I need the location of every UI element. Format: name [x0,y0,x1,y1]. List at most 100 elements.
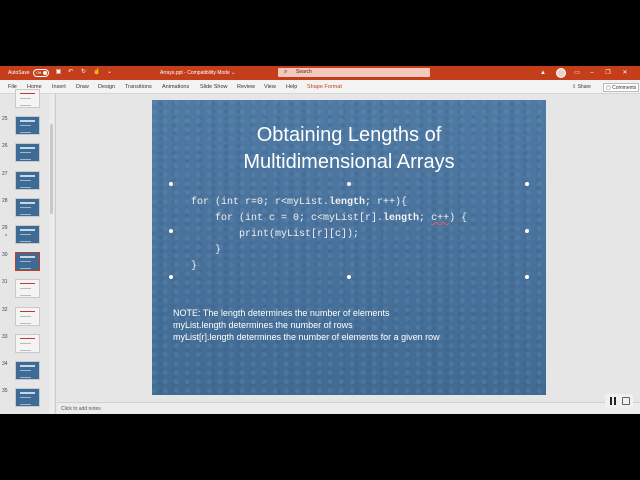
notes-textbox[interactable]: NOTE: The length determines the number o… [173,307,440,343]
resize-handle[interactable] [169,229,173,233]
pause-icon[interactable] [609,397,617,405]
thumbnail-row[interactable]: 34 [0,361,56,383]
slide-thumbnail[interactable] [15,225,40,244]
thumbnail-row[interactable]: 26 [0,143,56,165]
code-text: for (int c = 0; c<myList[r]. [191,213,384,224]
slide-number: 31 [2,279,8,286]
notes-placeholder: Click to add notes [61,406,101,412]
tab-shape-format[interactable]: Shape Format [307,84,342,90]
autosave-label: AutoSave [8,70,30,76]
resize-handle[interactable] [347,275,351,279]
code-text: ; [419,213,432,224]
slide-number: 33 [2,333,8,340]
share-label: Share [577,84,591,90]
thumbnail-row[interactable]: 25 [0,116,56,138]
slide-thumbnail[interactable] [15,306,40,326]
customize-icon[interactable]: ⌄ [106,69,113,76]
slide-number: 28 [2,197,8,204]
resize-handle[interactable] [169,182,173,186]
slide-thumbnail[interactable] [15,116,40,136]
slide-thumbnail[interactable] [15,361,40,380]
slide-number: 29 [2,225,8,231]
thumbnail-row[interactable]: 27 [0,170,56,193]
code-text: ) { [449,213,468,224]
fullscreen-icon[interactable] [622,397,630,405]
redo-icon[interactable]: ↻ [80,69,87,76]
tab-help[interactable]: Help [286,84,297,90]
slide-title-line2: Multidimensional Arrays [243,151,455,173]
resize-handle[interactable] [169,275,173,279]
code-textbox[interactable]: for (int r=0; r<myList.length; r++){ for… [191,195,467,275]
thumbnails-scrollbar[interactable] [49,94,54,414]
slide-canvas[interactable]: Obtaining Lengths of Multidimensional Ar… [152,100,546,395]
animation-star-icon: * [5,234,7,240]
tab-slide-show[interactable]: Slide Show [200,84,228,90]
share-icon: ⇪ [572,84,577,90]
slide-thumbnail[interactable] [15,388,40,408]
comment-icon: ▢ [606,85,611,91]
code-line-3: print(myList[r][c]); [191,229,360,240]
document-title-text: Arrays.ppt - Compatibility Mode [160,70,230,76]
tab-transitions[interactable]: Transitions [125,84,152,90]
tab-animations[interactable]: Animations [162,84,189,90]
slide-number: 35 [2,388,8,395]
resize-handle[interactable] [525,182,529,186]
comments-button[interactable]: ▢ Comments [603,83,639,92]
minimize-icon[interactable]: – [587,68,597,78]
video-controls [605,394,633,408]
slide-thumbnail[interactable] [15,170,40,190]
tab-design[interactable]: Design [98,84,115,90]
thumbnail-row[interactable]: 29 * [0,225,56,247]
note-line-3: myList[r].length determines the number o… [173,332,440,342]
tab-draw[interactable]: Draw [76,84,89,90]
slide-number: 26 [2,143,8,150]
title-bar: AutoSave Off ▣ ↶ ↻ ☝ ⌄ Arrays.ppt - Comp… [0,66,640,80]
autosave-toggle[interactable]: Off [33,69,49,77]
thumbnail-row[interactable]: 35 [0,388,56,410]
maximize-icon[interactable]: ❐ [603,68,613,78]
note-line-1: NOTE: The length determines the number o… [173,308,390,318]
scrollbar-thumb[interactable] [50,124,53,214]
code-line-2: for (int c = 0; c<myList[r].length; c++)… [191,211,467,227]
save-icon[interactable]: ▣ [55,69,62,76]
ribbon-tabs: File Home Insert Draw Design Transitions… [0,80,640,94]
slide-thumbnail[interactable] [15,333,40,353]
tab-view[interactable]: View [264,84,276,90]
powerpoint-window: AutoSave Off ▣ ↶ ↻ ☝ ⌄ Arrays.ppt - Comp… [0,66,640,414]
search-icon: ⌕ [284,69,288,75]
slide-thumbnail[interactable] [15,89,40,108]
search-input[interactable]: ⌕ Search [278,68,430,77]
warning-icon[interactable]: ▲ [540,68,548,78]
resize-handle[interactable] [525,229,529,233]
thumbnail-row[interactable]: 33 [0,333,56,356]
resize-handle[interactable] [347,182,351,186]
spellcheck-underline: c++ [431,213,450,224]
tab-review[interactable]: Review [237,84,255,90]
undo-icon[interactable]: ↶ [67,69,74,76]
touch-mode-icon[interactable]: ☝ [93,69,100,76]
thumbnail-row[interactable]: 28 [0,197,56,220]
slide-number: 30 [2,252,8,259]
thumbnail-row[interactable] [0,89,56,111]
resize-handle[interactable] [525,275,529,279]
search-placeholder: Search [296,69,312,75]
code-line-4: } [191,245,222,256]
thumbnail-row[interactable]: 31 [0,279,56,301]
ribbon-display-icon[interactable]: ▭ [572,68,582,78]
slide-thumbnail[interactable] [15,279,40,299]
slide-thumbnail-selected[interactable] [15,252,40,272]
close-icon[interactable]: ✕ [620,68,630,78]
code-keyword: length [383,213,420,224]
share-button[interactable]: ⇪ Share [572,83,596,92]
thumbnail-row[interactable]: 30 [0,252,56,274]
code-text: ; r++){ [365,197,408,208]
slide-title[interactable]: Obtaining Lengths of Multidimensional Ar… [152,122,546,176]
slide-thumbnail[interactable] [15,197,40,217]
slide-thumbnail[interactable] [15,143,40,163]
notes-pane[interactable]: Click to add notes [57,402,640,414]
document-title: Arrays.ppt - Compatibility Mode ⌄ [160,70,236,76]
user-avatar[interactable] [556,68,566,78]
slide-number: 32 [2,306,8,313]
thumbnail-row[interactable]: 32 [0,306,56,329]
code-line-5: } [191,261,198,272]
